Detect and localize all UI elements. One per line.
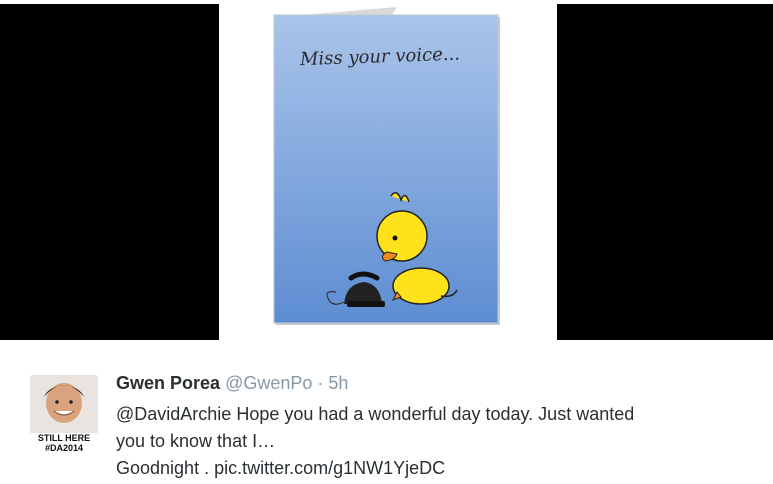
tweet-text-line: you to know that I…: [116, 431, 276, 451]
tweet-text: @DavidArchie Hope you had a wonderful da…: [116, 401, 756, 482]
tweet-text-line: @DavidArchie Hope you had a wonderful da…: [116, 404, 635, 424]
avatar[interactable]: STILL HERE #DA2014: [30, 375, 98, 451]
tweet-header: Gwen Porea @GwenPo · 5h: [116, 373, 348, 394]
separator-dot: ·: [317, 373, 324, 393]
author-name[interactable]: Gwen Porea: [116, 373, 220, 393]
avatar-caption: STILL HERE #DA2014: [30, 433, 98, 451]
tweet[interactable]: STILL HERE #DA2014 Gwen Porea @GwenPo · …: [0, 340, 773, 484]
timestamp[interactable]: 5h: [328, 373, 348, 393]
author-handle[interactable]: @GwenPo: [225, 373, 312, 393]
tweet-media-photo[interactable]: Miss your voice...: [0, 0, 773, 340]
tweet-text-line[interactable]: Goodnight . pic.twitter.com/g1NW1YjeDC: [116, 455, 756, 482]
